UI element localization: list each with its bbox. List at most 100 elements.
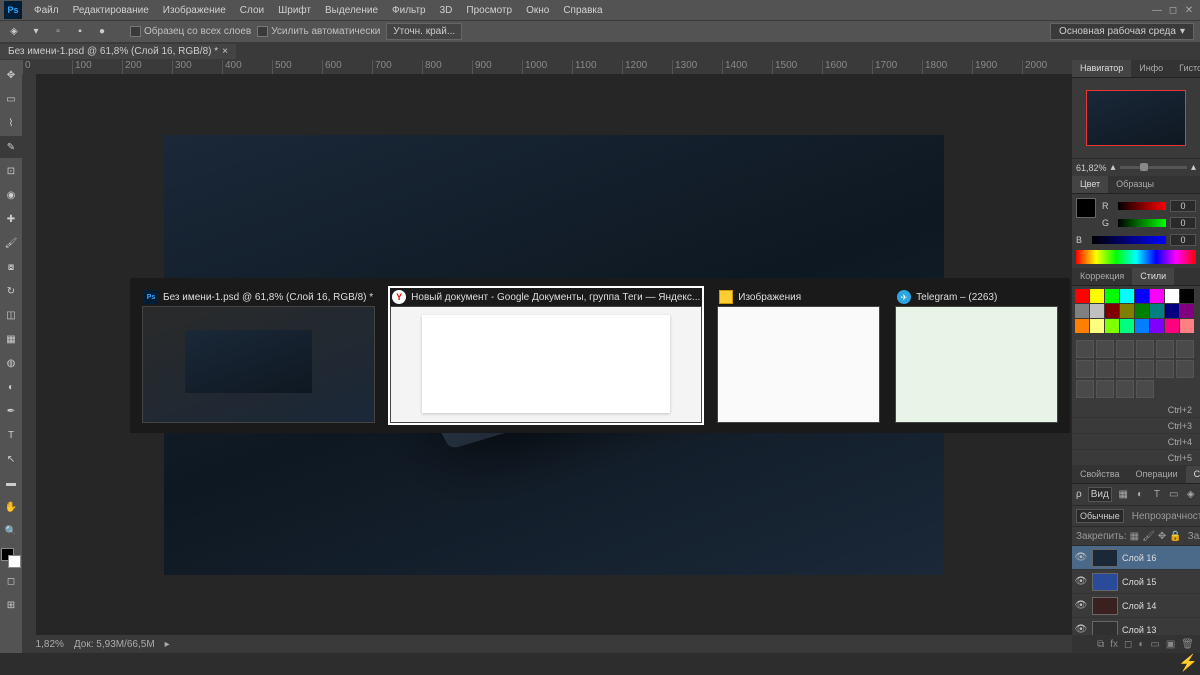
tab-histogram[interactable]: Гистограмма [1171,60,1200,77]
layer-row[interactable]: 👁Слой 13 [1072,618,1200,635]
adjustment-icon[interactable] [1096,380,1114,398]
style-swatch[interactable] [1075,319,1089,333]
hand-tool[interactable]: ✋ [0,496,22,518]
style-swatch[interactable] [1090,304,1104,318]
menu-окно[interactable]: Окно [520,3,555,18]
filter-adjust-icon[interactable]: ◐ [1135,488,1146,502]
marquee-tool[interactable]: ▭ [0,88,22,110]
close-tab-icon[interactable]: × [222,46,228,57]
style-swatch[interactable] [1105,319,1119,333]
adjustment-icon[interactable] [1136,340,1154,358]
lasso-tool[interactable]: ⌇ [0,112,22,134]
filter-pixel-icon[interactable]: ▦ [1118,488,1129,502]
filter-type-icon[interactable]: T [1151,488,1162,502]
shape-tool[interactable]: ▬ [0,472,22,494]
tab-styles[interactable]: Стили [1132,268,1174,285]
filter-icon[interactable]: ρ [1076,489,1082,500]
menu-слои[interactable]: Слои [234,3,270,18]
adjustment-icon[interactable] [1116,340,1134,358]
style-swatch[interactable] [1150,319,1164,333]
adjustment-icon[interactable] [1096,340,1114,358]
document-tab[interactable]: Без имени-1.psd @ 61,8% (Слой 16, RGB/8)… [0,44,236,59]
brush-preset-icon[interactable]: ▾ [28,24,44,40]
style-swatch[interactable] [1135,319,1149,333]
style-swatch[interactable] [1105,304,1119,318]
type-tool[interactable]: T [0,424,22,446]
adjustment-icon[interactable] [1136,360,1154,378]
task-switcher-window[interactable]: PsБез имени-1.psd @ 61,8% (Слой 16, RGB/… [142,288,375,423]
color-current-swatch[interactable] [1076,198,1096,218]
menu-файл[interactable]: Файл [28,3,65,18]
menu-изображение[interactable]: Изображение [157,3,232,18]
quick-mask-tool[interactable]: ◻ [0,570,22,592]
selection-add-icon[interactable]: ▫ [50,24,66,40]
refine-edge-button[interactable]: Уточн. край... [386,23,462,40]
selection-sub-icon[interactable]: ▪ [72,24,88,40]
adjustment-icon[interactable] [1116,380,1134,398]
tab-info[interactable]: Инфо [1131,60,1171,77]
group-icon[interactable]: ▭ [1150,639,1159,650]
pen-tool[interactable]: ✒ [0,400,22,422]
screen-mode-tool[interactable]: ⊞ [0,594,22,616]
menu-3d[interactable]: 3D [434,3,459,18]
style-swatch[interactable] [1135,289,1149,303]
blue-slider[interactable] [1092,236,1166,244]
status-arrow-icon[interactable]: ▸ [165,639,170,650]
adjustment-icon[interactable] [1156,360,1174,378]
adjustment-layer-icon[interactable]: ◐ [1138,639,1144,650]
layer-row[interactable]: 👁Слой 15 [1072,570,1200,594]
auto-enhance-option[interactable]: Усилить автоматически [257,26,380,37]
red-value[interactable]: 0 [1170,200,1196,212]
tab-adjustments[interactable]: Коррекция [1072,268,1132,285]
style-swatch[interactable] [1075,304,1089,318]
adjustment-icon[interactable] [1176,360,1194,378]
adjustment-icon[interactable] [1156,340,1174,358]
style-swatch[interactable] [1150,304,1164,318]
adjustment-icon[interactable] [1076,380,1094,398]
filter-shape-icon[interactable]: ▭ [1168,488,1179,502]
green-slider[interactable] [1118,219,1166,227]
lock-transparent-icon[interactable]: ▦ [1130,529,1139,543]
menu-шрифт[interactable]: Шрифт [272,3,317,18]
layer-fx-icon[interactable]: fx [1110,639,1118,650]
tab-swatches[interactable]: Образцы [1108,176,1162,193]
style-swatch[interactable] [1165,304,1179,318]
menu-справка[interactable]: Справка [557,3,608,18]
workspace-selector[interactable]: Основная рабочая среда▾ [1050,23,1194,40]
red-slider[interactable] [1118,202,1166,210]
filter-smart-icon[interactable]: ◈ [1185,488,1196,502]
eyedropper-tool[interactable]: ◉ [0,184,22,206]
menu-фильтр[interactable]: Фильтр [386,3,432,18]
task-switcher-window[interactable]: YНовый документ - Google Документы, груп… [390,288,702,423]
adjustment-icon[interactable] [1076,360,1094,378]
style-swatch[interactable] [1090,319,1104,333]
sample-all-option[interactable]: Образец со всех слоев [130,26,251,37]
lock-position-icon[interactable]: ✥ [1158,529,1166,543]
brush-tool[interactable]: 🖌 [0,232,22,254]
visibility-icon[interactable]: 👁 [1074,552,1088,563]
adjustment-icon[interactable] [1136,380,1154,398]
close-icon[interactable]: ✕ [1182,3,1196,17]
task-switcher-window[interactable]: Изображения [717,288,880,423]
eraser-tool[interactable]: ◫ [0,304,22,326]
style-swatch[interactable] [1180,289,1194,303]
blue-value[interactable]: 0 [1170,234,1196,246]
zoom-in-icon[interactable]: ▴ [1191,162,1196,173]
style-swatch[interactable] [1120,319,1134,333]
stamp-tool[interactable]: ⧇ [0,256,22,278]
tab-layers[interactable]: Слои [1186,466,1200,483]
style-swatch[interactable] [1090,289,1104,303]
quick-select-tool[interactable]: ✎ [0,136,22,158]
visibility-icon[interactable]: 👁 [1074,624,1088,635]
active-tool-icon[interactable]: ◈ [6,24,22,40]
delete-layer-icon[interactable]: 🗑 [1181,639,1194,650]
task-switcher-window[interactable]: ✈Telegram – (2263) [895,288,1058,423]
style-swatch[interactable] [1180,304,1194,318]
gradient-tool[interactable]: ▦ [0,328,22,350]
style-swatch[interactable] [1150,289,1164,303]
style-swatch[interactable] [1180,319,1194,333]
visibility-icon[interactable]: 👁 [1074,600,1088,611]
zoom-out-icon[interactable]: ▴ [1111,162,1116,173]
menu-просмотр[interactable]: Просмотр [460,3,518,18]
tab-navigator[interactable]: Навигатор [1072,60,1131,77]
